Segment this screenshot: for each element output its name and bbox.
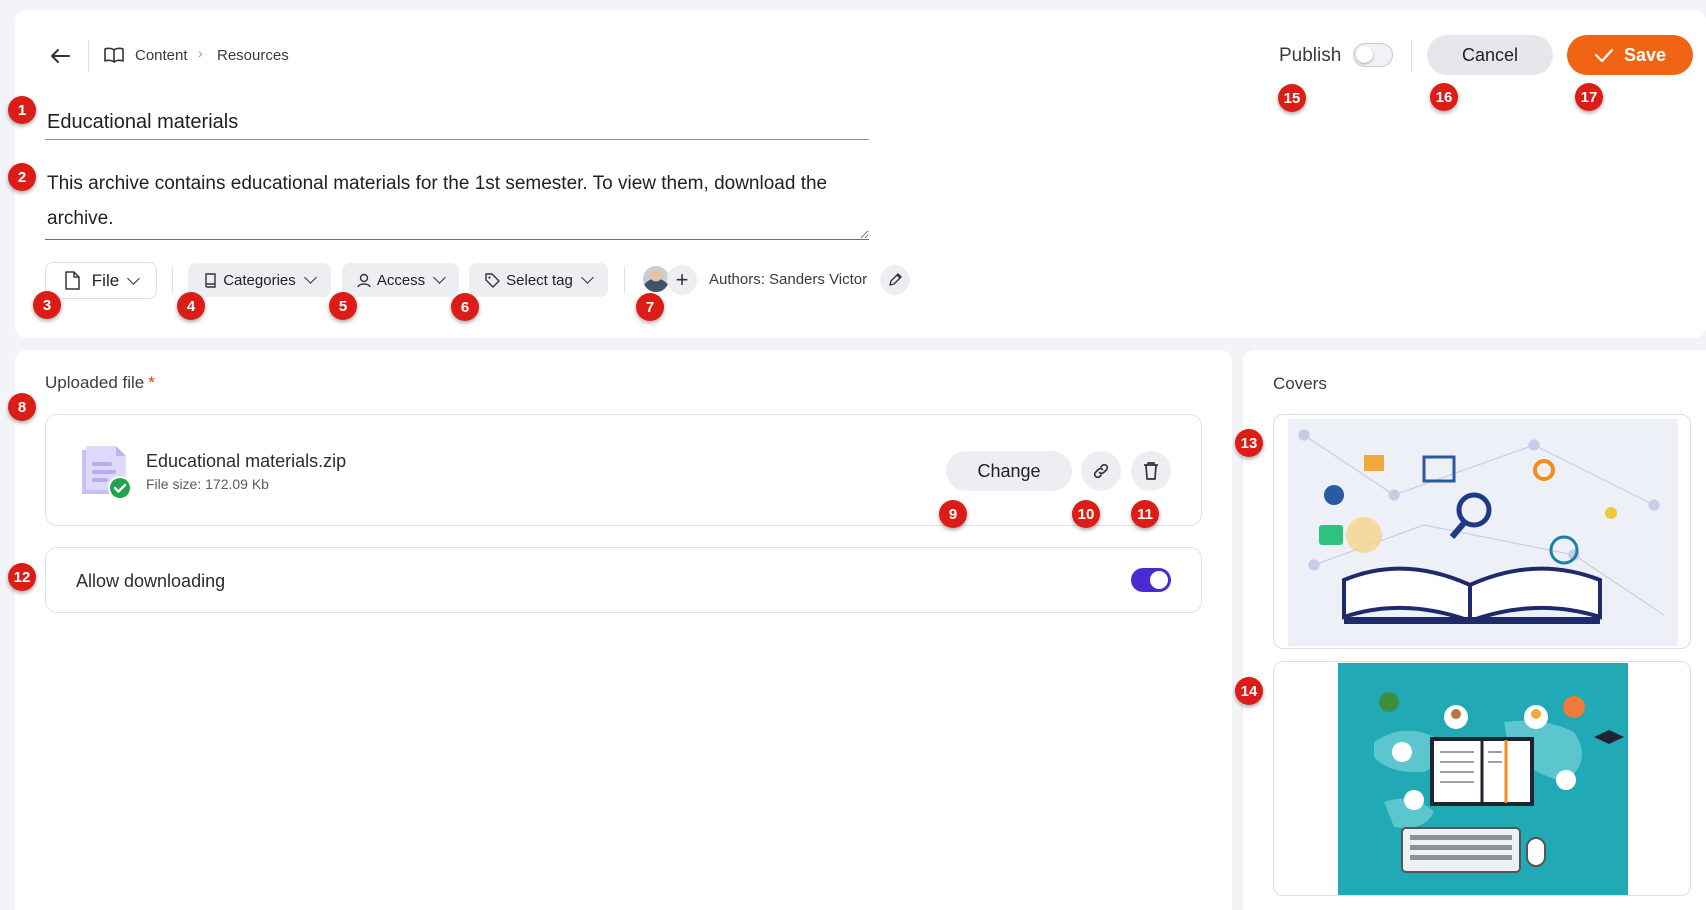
divider bbox=[88, 40, 89, 72]
callout-badge-9: 9 bbox=[939, 500, 967, 528]
callout-badge-5: 5 bbox=[329, 292, 357, 320]
callout-badge-13: 13 bbox=[1235, 429, 1263, 457]
breadcrumb-resources[interactable]: Resources bbox=[217, 47, 289, 64]
callout-badge-1: 1 bbox=[8, 96, 36, 124]
type-label: File bbox=[91, 270, 120, 290]
education-world-cover-image bbox=[1338, 663, 1628, 895]
edit-authors-button[interactable] bbox=[880, 265, 910, 295]
callout-badge-4: 4 bbox=[177, 292, 205, 320]
uploaded-file-heading: Uploaded file * bbox=[45, 373, 155, 392]
chevron-down-icon bbox=[127, 271, 141, 285]
callout-badge-11: 11 bbox=[1131, 500, 1159, 528]
save-label: Save bbox=[1623, 44, 1667, 65]
user-icon bbox=[357, 273, 371, 287]
file-name: Educational materials.zip bbox=[146, 451, 347, 471]
callout-badge-7: 7 bbox=[636, 293, 664, 321]
back-button[interactable] bbox=[46, 44, 74, 68]
categories-dropdown[interactable]: Categories bbox=[188, 263, 331, 297]
file-size: File size: 172.09 Kb bbox=[146, 476, 269, 492]
save-button[interactable]: Save bbox=[1567, 35, 1693, 75]
cover-option-1[interactable] bbox=[1273, 414, 1691, 649]
type-dropdown[interactable]: File bbox=[45, 262, 157, 299]
breadcrumb-content[interactable]: Content bbox=[135, 47, 188, 64]
callout-badge-17: 17 bbox=[1575, 83, 1603, 111]
categories-label: Categories bbox=[223, 271, 296, 289]
access-label: Access bbox=[376, 271, 426, 289]
title-input[interactable] bbox=[45, 106, 869, 140]
callout-badge-8: 8 bbox=[8, 393, 36, 421]
link-icon bbox=[1093, 463, 1109, 479]
callout-badge-12: 12 bbox=[8, 563, 36, 591]
breadcrumb-chevron-icon: › bbox=[198, 45, 203, 61]
allow-downloading-toggle[interactable] bbox=[1131, 568, 1171, 592]
callout-badge-10: 10 bbox=[1072, 500, 1100, 528]
description-textarea[interactable]: This archive contains educational materi… bbox=[45, 166, 869, 240]
access-dropdown[interactable]: Access bbox=[342, 263, 459, 297]
publish-toggle[interactable] bbox=[1353, 43, 1393, 67]
required-mark: * bbox=[148, 373, 155, 392]
cancel-button[interactable]: Cancel bbox=[1427, 35, 1553, 75]
callout-badge-15: 15 bbox=[1278, 84, 1306, 112]
tag-dropdown[interactable]: Select tag bbox=[469, 263, 608, 297]
callout-badge-16: 16 bbox=[1430, 83, 1458, 111]
change-file-button[interactable]: Change bbox=[946, 451, 1072, 491]
trash-icon bbox=[1144, 462, 1158, 480]
delete-file-button[interactable] bbox=[1131, 451, 1171, 491]
book-icon bbox=[205, 272, 216, 288]
check-icon bbox=[1594, 48, 1614, 62]
pencil-icon bbox=[889, 273, 902, 286]
chevron-down-icon bbox=[303, 271, 317, 284]
allow-downloading-label: Allow downloading bbox=[76, 571, 226, 591]
copy-link-button[interactable] bbox=[1081, 451, 1121, 491]
divider bbox=[1411, 40, 1412, 72]
covers-heading: Covers bbox=[1273, 374, 1327, 393]
book-icon bbox=[104, 46, 124, 69]
authors-text: Authors: Sanders Victor bbox=[709, 271, 868, 288]
callout-badge-2: 2 bbox=[8, 163, 36, 191]
divider bbox=[624, 266, 625, 294]
tag-icon bbox=[485, 272, 500, 288]
archive-file-icon bbox=[74, 442, 136, 509]
file-icon bbox=[65, 271, 80, 290]
cancel-label: Cancel bbox=[1461, 44, 1519, 65]
callout-badge-3: 3 bbox=[33, 291, 61, 319]
education-cover-image bbox=[1288, 419, 1678, 646]
callout-badge-6: 6 bbox=[451, 293, 479, 321]
cover-option-2[interactable] bbox=[1273, 661, 1691, 896]
publish-label: Publish bbox=[1279, 45, 1342, 66]
arrow-left-icon bbox=[51, 49, 70, 63]
chevron-down-icon bbox=[433, 271, 447, 284]
divider bbox=[172, 266, 173, 294]
tag-label: Select tag bbox=[506, 271, 573, 289]
add-author-button[interactable]: + bbox=[667, 265, 697, 295]
plus-icon: + bbox=[675, 267, 689, 292]
change-label: Change bbox=[977, 460, 1041, 481]
chevron-down-icon bbox=[580, 271, 594, 284]
callout-badge-14: 14 bbox=[1235, 677, 1263, 705]
